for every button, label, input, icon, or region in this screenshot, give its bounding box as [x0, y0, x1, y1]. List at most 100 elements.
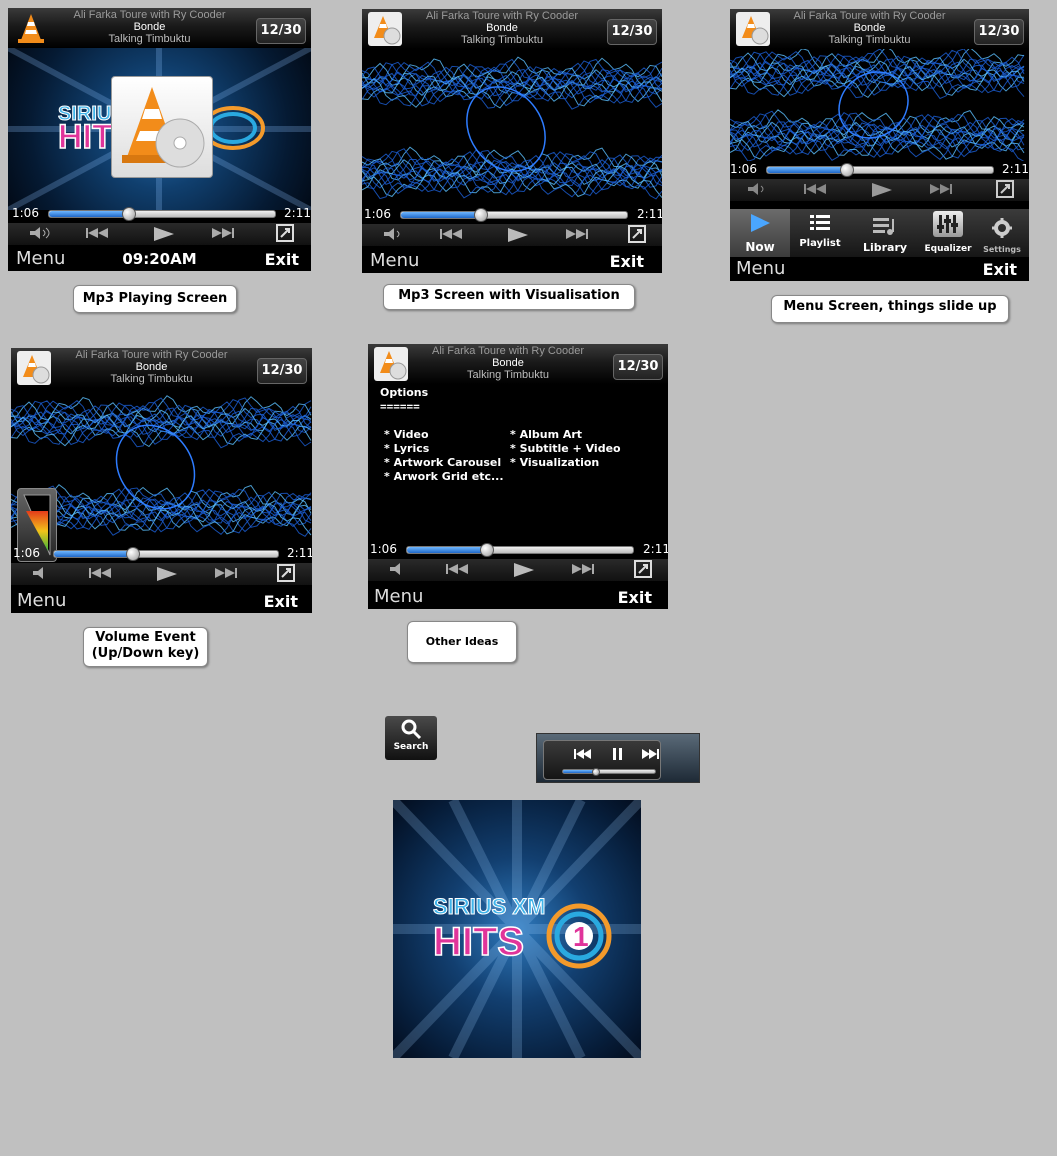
- mini-transport-panel: [543, 740, 661, 780]
- album-name: Talking Timbuktu: [110, 373, 193, 385]
- seek-bar-fill: [767, 167, 847, 173]
- softkey-bar: Menu Exit: [730, 257, 1029, 281]
- menu-softkey[interactable]: Menu: [370, 250, 419, 271]
- exit-softkey[interactable]: Exit: [265, 250, 299, 269]
- seek-knob[interactable]: [126, 547, 141, 561]
- menu-softkey[interactable]: Menu: [374, 586, 423, 607]
- playback-controls: [368, 559, 668, 581]
- previous-icon[interactable]: [438, 227, 466, 241]
- caption-volume-line1: Volume Event: [95, 630, 196, 645]
- exit-softkey[interactable]: Exit: [264, 592, 298, 611]
- seek-bar[interactable]: [53, 547, 279, 561]
- vlc-cd-icon: [17, 351, 51, 385]
- menu-item-now[interactable]: Now: [730, 209, 790, 257]
- play-icon[interactable]: [155, 566, 179, 582]
- seek-bar[interactable]: [766, 163, 994, 177]
- track-counter: 12/30: [613, 354, 663, 380]
- visualisation-wave: [730, 62, 1025, 94]
- seek-bar-fill: [49, 211, 129, 217]
- seek-knob[interactable]: [122, 207, 137, 221]
- option-item[interactable]: * Subtitle + Video: [510, 442, 621, 456]
- seek-knob[interactable]: [840, 163, 855, 177]
- menu-item-settings[interactable]: Settings: [975, 209, 1029, 257]
- menu-softkey[interactable]: Menu: [736, 258, 785, 279]
- pause-icon[interactable]: [613, 748, 622, 760]
- option-item[interactable]: * Visualization: [510, 456, 621, 470]
- mp3-playing-screen: Ali Farka Toure with Ry Cooder Bonde Tal…: [8, 8, 311, 271]
- fullscreen-icon[interactable]: [277, 564, 295, 582]
- vlc-cd-icon: [368, 12, 402, 46]
- next-icon[interactable]: [642, 749, 659, 759]
- exit-softkey[interactable]: Exit: [610, 252, 644, 271]
- exit-softkey[interactable]: Exit: [983, 260, 1017, 279]
- track-counter: 12/30: [256, 18, 306, 44]
- option-item[interactable]: * Video: [384, 428, 504, 442]
- previous-icon[interactable]: [87, 566, 115, 580]
- play-icon[interactable]: [152, 226, 176, 242]
- progress-row: 1:06 2:11: [362, 205, 662, 223]
- menu-item-equalizer[interactable]: Equalizer: [918, 209, 978, 257]
- previous-icon[interactable]: [444, 562, 472, 576]
- menu-softkey[interactable]: Menu: [17, 590, 66, 611]
- caption-menu: Menu Screen, things slide up: [771, 295, 1009, 323]
- playback-controls: [8, 223, 311, 245]
- track-header: Ali Farka Toure with Ry Cooder Bonde Tal…: [11, 348, 312, 388]
- caption-volume: Volume Event (Up/Down key): [83, 627, 208, 667]
- search-icon: [401, 719, 422, 740]
- play-icon: [751, 214, 770, 232]
- seek-bar[interactable]: [400, 208, 628, 222]
- volume-event-screen: Ali Farka Toure with Ry Cooder Bonde Tal…: [11, 348, 312, 613]
- album-name: Talking Timbuktu: [461, 34, 543, 46]
- volume-icon[interactable]: [382, 227, 410, 241]
- option-item[interactable]: * Lyrics: [384, 442, 504, 456]
- duration-time: 2:11: [287, 546, 312, 560]
- previous-icon[interactable]: [574, 749, 591, 759]
- fullscreen-icon[interactable]: [628, 225, 646, 243]
- seek-bar[interactable]: [406, 543, 634, 557]
- next-icon[interactable]: [570, 562, 598, 576]
- menu-item-playlist[interactable]: Playlist: [790, 209, 850, 257]
- next-icon[interactable]: [928, 182, 956, 196]
- play-icon[interactable]: [512, 562, 536, 578]
- options-screen: Ali Farka Toure with Ry Cooder Bonde Tal…: [368, 344, 668, 609]
- seek-bar[interactable]: [48, 207, 276, 221]
- menu-item-label: Equalizer: [924, 244, 972, 254]
- next-icon[interactable]: [213, 566, 241, 580]
- fullscreen-icon[interactable]: [996, 180, 1014, 198]
- menu-item-label: Playlist: [799, 238, 841, 249]
- fullscreen-icon[interactable]: [634, 560, 652, 578]
- track-counter: 12/30: [257, 358, 307, 384]
- track-header: Ali Farka Toure with Ry Cooder Bonde Tal…: [730, 9, 1029, 49]
- visualisation-area: [362, 49, 662, 209]
- elapsed-time: 1:06: [730, 162, 757, 176]
- visualisation-waves: [362, 56, 662, 200]
- seek-knob[interactable]: [480, 543, 495, 557]
- menu-item-label: Now: [745, 240, 775, 254]
- previous-icon[interactable]: [802, 182, 830, 196]
- elapsed-time: 1:06: [12, 206, 39, 220]
- volume-icon[interactable]: [28, 226, 56, 240]
- next-icon[interactable]: [564, 227, 592, 241]
- next-icon[interactable]: [210, 226, 238, 240]
- fullscreen-icon[interactable]: [276, 224, 294, 242]
- library-icon: [873, 218, 894, 235]
- menu-item-label: Settings: [983, 245, 1021, 254]
- song-title: Bonde: [486, 22, 518, 34]
- volume-icon[interactable]: [31, 566, 59, 580]
- volume-icon[interactable]: [388, 562, 416, 576]
- previous-icon[interactable]: [84, 226, 112, 240]
- play-icon[interactable]: [506, 227, 530, 243]
- mini-seek-bar[interactable]: [562, 768, 656, 776]
- menu-item-library[interactable]: Library: [855, 209, 915, 257]
- volume-icon[interactable]: [746, 182, 774, 196]
- seek-knob[interactable]: [474, 208, 489, 222]
- gear-icon: [992, 218, 1012, 238]
- option-item[interactable]: * Album Art: [510, 428, 621, 442]
- seek-bar-fill: [407, 547, 487, 553]
- search-button[interactable]: Search: [385, 716, 437, 760]
- play-icon[interactable]: [870, 182, 894, 198]
- softkey-bar: Menu 09:20AM Exit: [8, 247, 311, 271]
- option-item[interactable]: * Artwork Carousel: [384, 456, 504, 470]
- exit-softkey[interactable]: Exit: [618, 588, 652, 607]
- option-item[interactable]: * Arwork Grid etc...: [384, 470, 504, 484]
